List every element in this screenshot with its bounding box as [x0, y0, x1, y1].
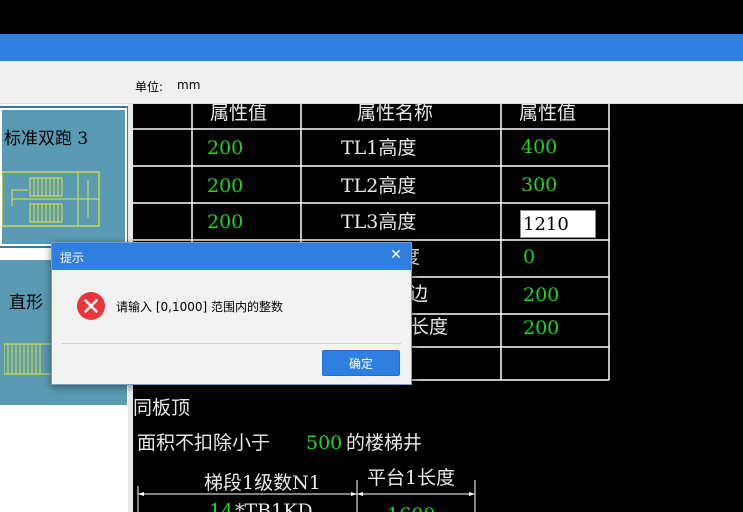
cell-right-value[interactable]: 200: [523, 319, 559, 338]
cell-left-value[interactable]: 200: [207, 139, 243, 158]
app-title-bar: [0, 34, 743, 61]
prompt-dialog: 提示 ✕ 请输入 [0,1000] 范围内的整数 确定: [51, 242, 412, 385]
table-header-value-right: 属性值: [519, 104, 577, 124]
cell-left-value[interactable]: 200: [207, 177, 243, 196]
thumbnail-title: 标准双跑 3: [4, 129, 89, 149]
unit-value: mm: [177, 78, 201, 92]
dialog-message: 请输入 [0,1000] 范围内的整数: [116, 300, 283, 314]
dialog-titlebar[interactable]: 提示 ✕: [52, 243, 411, 270]
stairwell-area-value[interactable]: 500: [306, 434, 342, 453]
ok-button[interactable]: 确定: [322, 350, 400, 376]
platform-length-value[interactable]: 1600: [387, 506, 435, 512]
table-header-name: 属性名称: [357, 104, 434, 124]
dim-label-platform: 平台1长度: [367, 467, 456, 489]
note-line-2-suffix: 的楼梯井: [346, 432, 423, 454]
cell-left-value[interactable]: 200: [207, 213, 243, 232]
close-icon[interactable]: ✕: [387, 246, 405, 264]
dim-label-steps: 梯段1级数N1: [204, 472, 321, 494]
double-run-stair-icon: [2, 171, 100, 227]
dialog-separator: [62, 343, 401, 344]
toolbar: 单位: mm: [0, 61, 743, 104]
error-icon: [77, 292, 105, 320]
thumbnail-title: 直形: [9, 293, 43, 313]
steps-count-value[interactable]: 14: [209, 502, 233, 512]
table-header-value-left: 属性值: [210, 104, 268, 124]
cell-name-partial: 长度: [410, 316, 449, 338]
cell-right-value[interactable]: 300: [521, 176, 557, 195]
cell-right-value[interactable]: 200: [523, 286, 559, 305]
stair-thumbnail-double-run[interactable]: 标准双跑 3: [0, 106, 129, 248]
unit-label: 单位:: [135, 80, 164, 94]
cell-right-value[interactable]: 0: [523, 248, 535, 267]
cell-name: TL3高度: [341, 211, 417, 233]
cell-name: TL1高度: [341, 137, 417, 159]
tl3-height-edit-input[interactable]: 1210: [520, 210, 596, 238]
top-black-area: [0, 0, 743, 34]
cell-name: TL2高度: [341, 175, 417, 197]
note-line-1: 同板顶: [133, 397, 191, 419]
dialog-title: 提示: [60, 251, 85, 265]
tb1kd-label: *TB1KD: [235, 500, 313, 512]
cell-right-value[interactable]: 400: [521, 138, 557, 157]
note-line-2-prefix: 面积不扣除小于: [137, 432, 271, 454]
